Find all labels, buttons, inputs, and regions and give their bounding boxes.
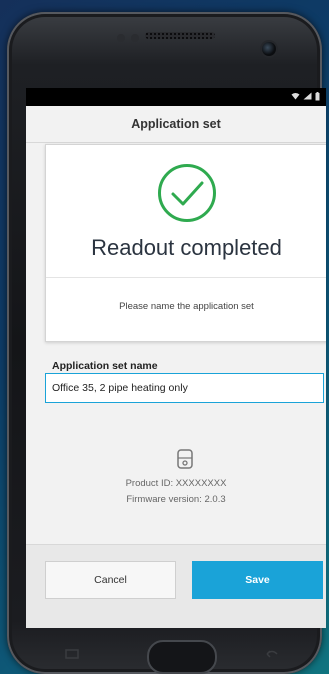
device-icon <box>177 449 193 469</box>
home-button[interactable] <box>147 640 217 674</box>
earpiece-speaker <box>145 32 215 39</box>
app-screen: Application set Readout completed Please… <box>26 88 326 628</box>
app-bar: Application set <box>26 106 326 143</box>
card-divider <box>46 277 326 278</box>
proximity-sensor <box>117 34 125 42</box>
recent-apps-key[interactable] <box>64 648 80 660</box>
cancel-button[interactable]: Cancel <box>45 561 176 599</box>
checkmark-circle-icon <box>158 164 216 222</box>
page-title: Application set <box>131 117 221 131</box>
action-bar: Cancel Save <box>26 544 326 628</box>
front-camera <box>262 42 276 56</box>
back-key[interactable] <box>264 648 280 660</box>
name-prompt: Please name the application set <box>119 301 254 312</box>
readout-headline: Readout completed <box>91 235 282 260</box>
light-sensor <box>131 34 139 42</box>
application-set-name-input[interactable] <box>45 373 324 403</box>
product-id: Product ID: XXXXXXXX <box>125 478 227 489</box>
wifi-icon <box>291 92 300 102</box>
signal-icon <box>303 92 312 102</box>
readout-card: Readout completed Please name the applic… <box>45 144 326 342</box>
phone-frame: Application set Readout completed Please… <box>7 12 326 674</box>
firmware-version: Firmware version: 2.0.3 <box>126 494 226 505</box>
application-set-name-label: Application set name <box>52 360 158 372</box>
status-bar <box>26 88 326 106</box>
save-button[interactable]: Save <box>192 561 323 599</box>
battery-icon <box>315 91 320 103</box>
